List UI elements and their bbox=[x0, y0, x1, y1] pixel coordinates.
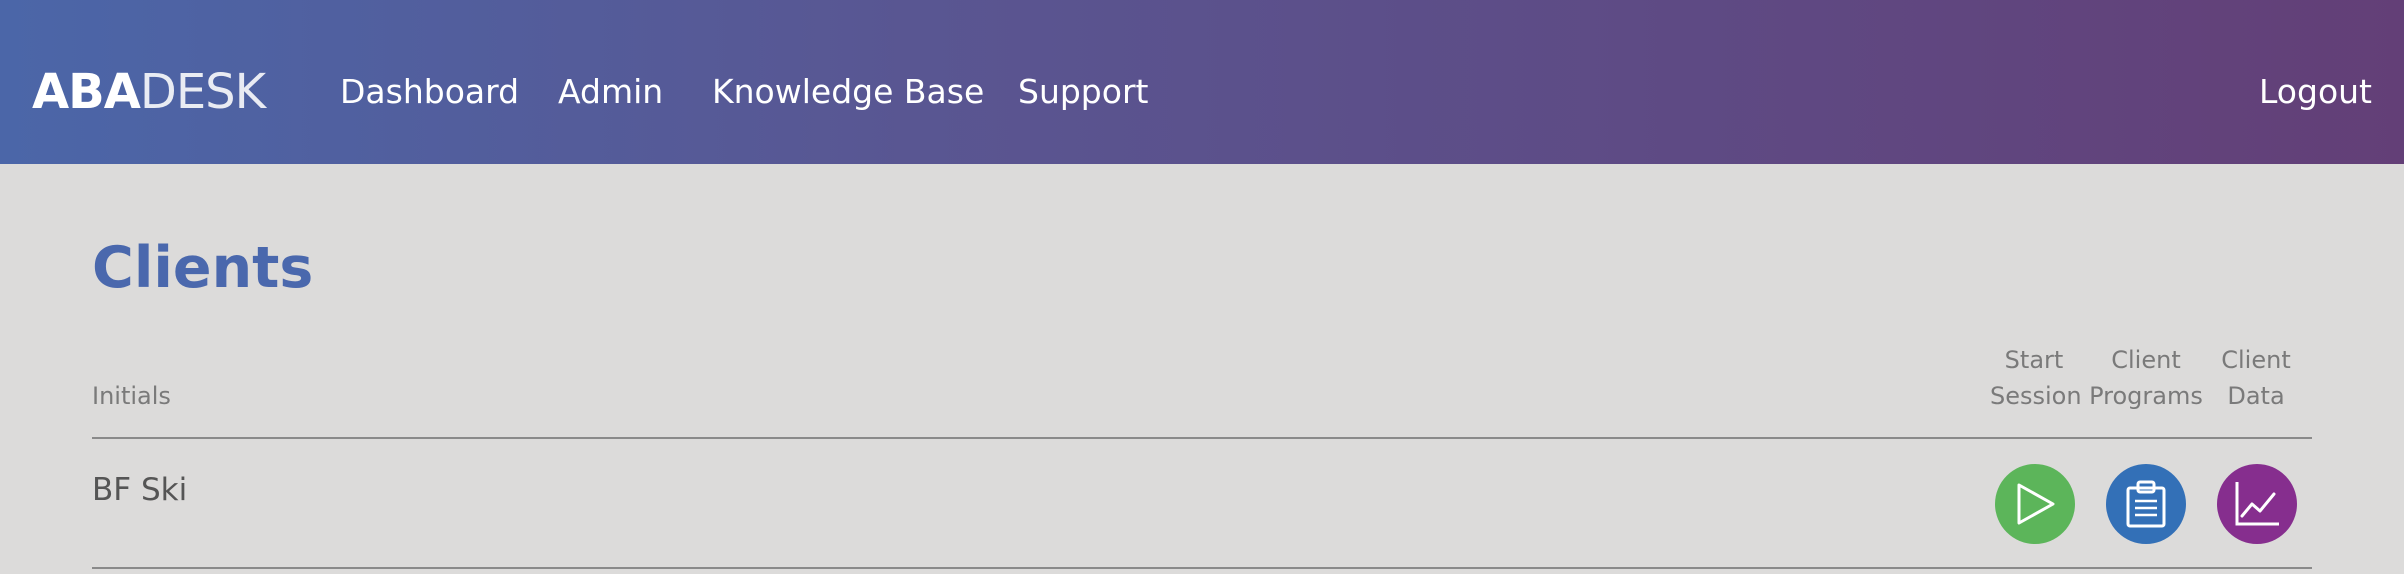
column-header-client-data-line2: Data bbox=[2227, 382, 2285, 410]
clipboard-icon bbox=[2126, 480, 2166, 528]
client-programs-button[interactable] bbox=[2106, 464, 2186, 544]
app-logo[interactable]: ABADESK bbox=[32, 62, 266, 122]
logout-link[interactable]: Logout bbox=[2259, 66, 2372, 118]
logo-bold-text: ABA bbox=[32, 64, 141, 120]
column-header-start-session-line1: Start bbox=[2004, 346, 2064, 374]
nav-item-knowledge-base[interactable]: Knowledge Base bbox=[712, 66, 984, 118]
column-header-client-programs-line1: Client bbox=[2111, 346, 2181, 374]
logo-light-text: DESK bbox=[139, 64, 266, 120]
column-header-start-session-line2: Session bbox=[1990, 382, 2082, 410]
column-header-client-programs-line2: Programs bbox=[2089, 382, 2203, 410]
column-header-client-data: Client Data bbox=[2216, 342, 2296, 414]
play-icon bbox=[2017, 483, 2055, 525]
table-header-divider bbox=[92, 437, 2312, 439]
line-chart-icon bbox=[2235, 482, 2279, 526]
nav-item-support[interactable]: Support bbox=[1018, 66, 1148, 118]
nav-item-dashboard[interactable]: Dashboard bbox=[340, 66, 519, 118]
page-title: Clients bbox=[92, 235, 314, 301]
column-header-start-session: Start Session bbox=[1990, 342, 2082, 414]
table-row-divider bbox=[92, 567, 2312, 569]
client-data-button[interactable] bbox=[2217, 464, 2297, 544]
column-header-client-data-line1: Client bbox=[2221, 346, 2291, 374]
start-session-button[interactable] bbox=[1995, 464, 2075, 544]
column-header-initials: Initials bbox=[92, 382, 171, 410]
client-initials: BF Ski bbox=[92, 472, 188, 508]
nav-item-admin[interactable]: Admin bbox=[558, 66, 663, 118]
column-header-client-programs: Client Programs bbox=[2088, 342, 2204, 414]
top-navbar: ABADESK Dashboard Admin Knowledge Base S… bbox=[0, 0, 2404, 164]
